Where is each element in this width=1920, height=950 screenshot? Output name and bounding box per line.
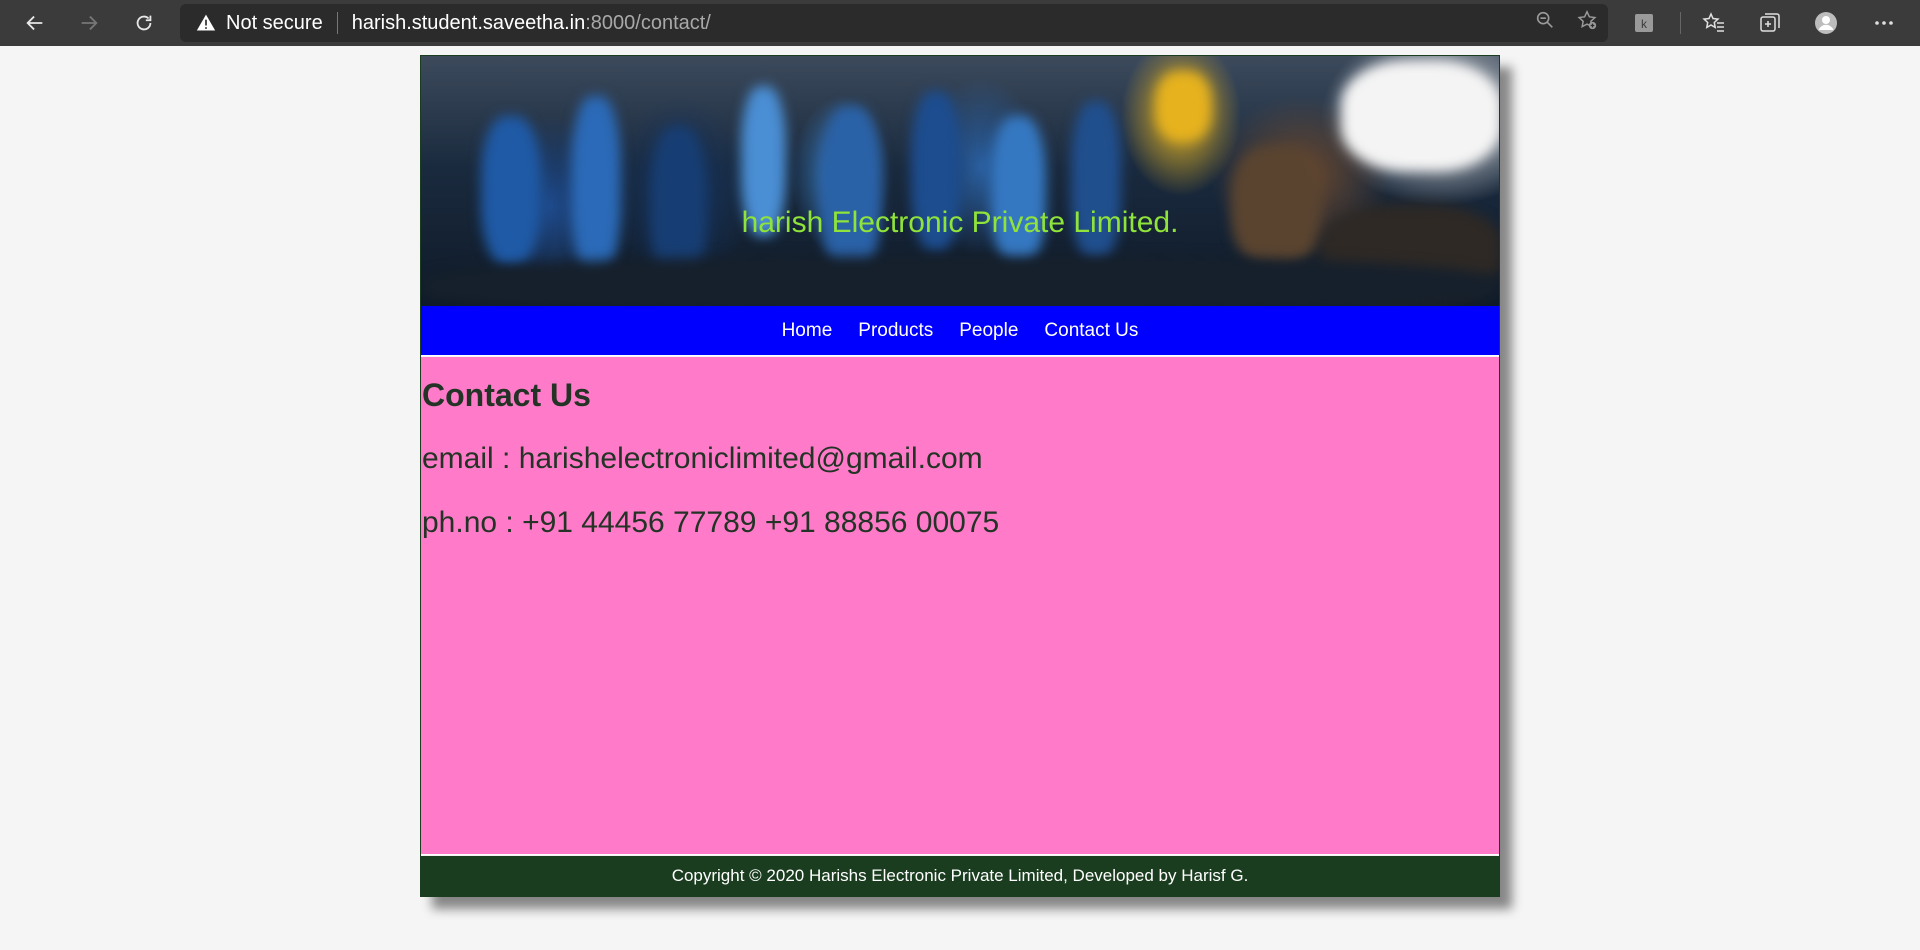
more-menu-icon[interactable]: [1870, 9, 1898, 37]
banner-decoration: [421, 256, 1499, 306]
add-favorite-icon[interactable]: [1576, 9, 1598, 37]
banner-decoration: [481, 116, 541, 266]
site-container: harish Electronic Private Limited. Home …: [420, 55, 1500, 897]
svg-text:k: k: [1641, 17, 1648, 31]
extension-icon[interactable]: k: [1630, 9, 1658, 37]
contact-email: email : harishelectroniclimited@gmail.co…: [422, 442, 983, 475]
page-heading: Contact Us: [422, 377, 591, 413]
banner-decoration: [1341, 61, 1499, 171]
address-bar[interactable]: Not secure harish.student.saveetha.in:80…: [180, 4, 1608, 42]
site-title: harish Electronic Private Limited.: [741, 206, 1179, 239]
warning-icon[interactable]: [196, 13, 216, 33]
zoom-out-icon[interactable]: [1534, 9, 1556, 37]
nav-link-contact[interactable]: Contact Us: [1044, 320, 1138, 342]
back-arrow-icon[interactable]: [18, 6, 52, 40]
site-footer: Copyright © 2020 Harishs Electronic Priv…: [421, 856, 1499, 896]
banner-decoration: [821, 106, 881, 276]
profile-avatar-icon[interactable]: [1812, 9, 1840, 37]
banner-decoration: [571, 96, 621, 276]
url-host: harish.student.saveetha.in: [351, 11, 586, 34]
browser-toolbar: Not secure harish.student.saveetha.in:80…: [0, 0, 1920, 46]
url-path: :8000/contact/: [585, 11, 711, 34]
main-nav: Home Products People Contact Us: [421, 306, 1499, 356]
banner-decoration: [991, 116, 1046, 266]
contact-content: Contact Us email : harishelectroniclimit…: [421, 357, 1499, 855]
nav-link-products[interactable]: Products: [858, 320, 933, 342]
refresh-icon[interactable]: [127, 6, 161, 40]
banner-decoration: [1156, 71, 1211, 141]
nav-link-people[interactable]: People: [959, 320, 1018, 342]
favorites-icon[interactable]: [1700, 9, 1728, 37]
forward-arrow-icon[interactable]: [72, 6, 106, 40]
contact-phone: ph.no : +91 44456 77789 +91 88856 00075: [422, 506, 1000, 539]
collections-icon[interactable]: [1756, 9, 1784, 37]
security-label[interactable]: Not secure: [226, 12, 323, 35]
toolbar-divider: [1680, 12, 1681, 34]
address-divider: [336, 12, 338, 34]
nav-link-home[interactable]: Home: [782, 320, 833, 342]
header-banner-image: harish Electronic Private Limited.: [421, 56, 1499, 306]
address-bar-actions: [1534, 4, 1598, 42]
